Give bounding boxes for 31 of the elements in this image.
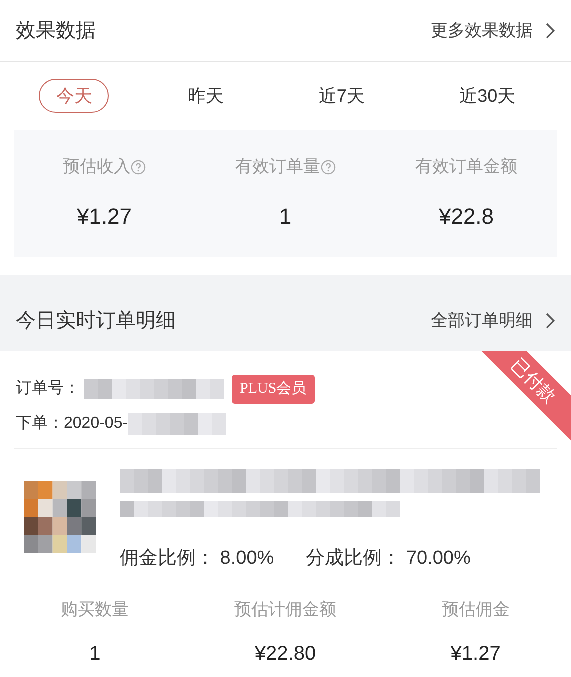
stat-value: ¥22.8 — [438, 202, 494, 231]
date-tab[interactable]: 昨天 — [172, 79, 240, 113]
figure-value: ¥1.27 — [450, 642, 501, 666]
figure-label: 预估佣金 — [442, 599, 510, 621]
stat-value: 1 — [279, 202, 292, 231]
chevron-right-icon — [545, 313, 555, 329]
section-title: 今日实时订单明细 — [16, 309, 176, 334]
figure-label: 购买数量 — [61, 599, 130, 621]
help-icon[interactable] — [131, 160, 146, 174]
order-number-label: 订单号： — [16, 379, 80, 400]
stat-value: ¥1.27 — [76, 202, 132, 231]
figure-value: ¥22.80 — [254, 642, 316, 666]
all-orders-link[interactable]: 全部订单明细 — [431, 308, 555, 334]
order-date-label: 下单： — [16, 414, 64, 434]
stat-label: 有效订单金额 — [416, 156, 518, 178]
chevron-right-icon — [545, 22, 555, 38]
stat-label: 有效订单量 — [236, 156, 320, 178]
share-rate: 分成比例： 70.00% — [306, 546, 471, 570]
more-data-link[interactable]: 更多效果数据 — [431, 18, 555, 44]
help-icon[interactable] — [320, 160, 336, 174]
order-date: 2020-05- — [64, 414, 128, 434]
date-tab[interactable]: 今天 — [39, 79, 110, 113]
stat-label: 预估收入 — [63, 156, 131, 178]
status-text: 已付款 — [507, 353, 562, 409]
plus-member-badge: PLUS会员 — [232, 375, 315, 404]
figure-label: 预估计佣金额 — [234, 599, 336, 621]
figure-value: 1 — [90, 642, 101, 666]
date-tab[interactable]: 近30天 — [444, 79, 532, 113]
commission-rate: 佣金比例： 8.00% — [120, 546, 274, 570]
date-tab[interactable]: 近7天 — [302, 79, 381, 113]
section-title: 效果数据 — [16, 18, 96, 44]
